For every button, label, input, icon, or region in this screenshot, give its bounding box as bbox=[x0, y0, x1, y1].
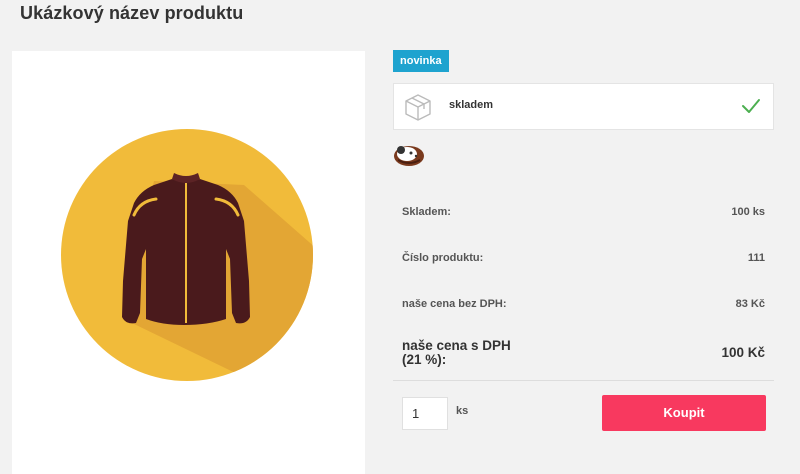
param-value: 111 bbox=[747, 252, 765, 264]
availability-label: skladem bbox=[449, 99, 494, 111]
availability-box: skladem bbox=[393, 83, 774, 130]
divider bbox=[393, 380, 774, 381]
param-price-no-vat-row: naše cena bez DPH: 83 Kč bbox=[393, 280, 774, 326]
product-image[interactable] bbox=[12, 51, 365, 474]
quantity-input[interactable]: 1 bbox=[402, 397, 448, 430]
price-vat-label: naše cena s DPH (21 %): bbox=[402, 338, 511, 367]
package-box-icon bbox=[403, 92, 433, 127]
param-price-vat-row: naše cena s DPH (21 %): 100 Kč bbox=[393, 326, 774, 376]
param-label: Skladem: bbox=[402, 206, 451, 218]
price-vat-value: 100 Kč bbox=[721, 345, 765, 360]
param-label: naše cena bez DPH: bbox=[402, 298, 507, 310]
param-label: Číslo produktu: bbox=[402, 252, 484, 264]
param-code-row: Číslo produktu: 111 bbox=[393, 234, 774, 280]
param-value: 83 Kč bbox=[735, 298, 765, 310]
jacket-illustration bbox=[61, 129, 313, 381]
buy-button[interactable]: Koupit bbox=[602, 395, 766, 431]
quantity-unit: ks bbox=[456, 405, 469, 417]
new-badge: novinka bbox=[393, 50, 449, 72]
check-icon bbox=[741, 97, 761, 120]
param-value: 100 ks bbox=[731, 206, 765, 218]
product-parameters: Skladem: 100 ks Číslo produktu: 111 naše… bbox=[393, 188, 774, 376]
param-stock-row: Skladem: 100 ks bbox=[393, 188, 774, 234]
brand-logo[interactable] bbox=[392, 142, 426, 173]
page-title: Ukázkový název produktu bbox=[20, 3, 244, 23]
